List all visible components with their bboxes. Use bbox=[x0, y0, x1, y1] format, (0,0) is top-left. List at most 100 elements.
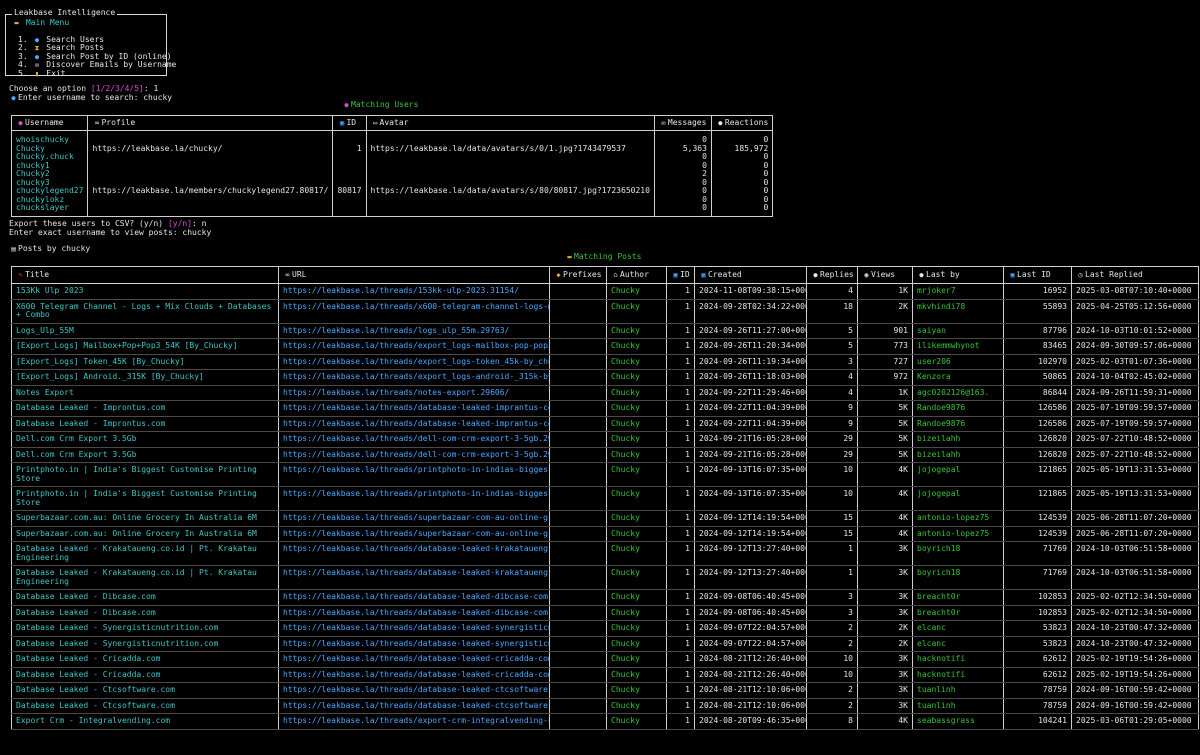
post-url-link[interactable]: https://leakbase.la/threads/superbazaar-… bbox=[278, 526, 550, 542]
menu-item-discover-emails[interactable]: 4. ✉ Discover Emails by Username bbox=[18, 60, 176, 70]
post-views-cell: 3K bbox=[857, 541, 913, 566]
user-avatar-cell[interactable] bbox=[365, 204, 655, 217]
user-profile-cell[interactable] bbox=[87, 153, 334, 162]
user-id-cell bbox=[332, 161, 367, 170]
post-url-link[interactable]: https://leakbase.la/threads/database-lea… bbox=[278, 589, 550, 606]
post-prefixes-cell bbox=[549, 713, 607, 730]
user-messages-cell: 2 bbox=[653, 170, 712, 179]
post-url-link[interactable]: https://leakbase.la/threads/export_logs-… bbox=[278, 354, 550, 370]
post-row: Dell.com Crm Export 3.5Gb https://leakbas… bbox=[11, 447, 1199, 463]
post-views-cell: 4K bbox=[857, 526, 913, 542]
post-url-link[interactable]: https://leakbase.la/threads/superbazaar-… bbox=[278, 510, 550, 527]
user-avatar-cell[interactable]: https://leakbase.la/data/avatars/s/80/80… bbox=[365, 187, 655, 196]
user-avatar-cell[interactable] bbox=[365, 170, 655, 179]
post-author-cell: Chucky bbox=[606, 283, 667, 300]
post-url-link[interactable]: https://leakbase.la/threads/database-lea… bbox=[278, 400, 550, 417]
id-icon: ▣ bbox=[673, 271, 678, 279]
post-url-link[interactable]: https://leakbase.la/threads/database-lea… bbox=[278, 605, 550, 621]
post-url-link[interactable]: https://leakbase.la/threads/153kk-ulp-20… bbox=[278, 283, 550, 300]
post-url-link[interactable]: https://leakbase.la/threads/logs_ulp_55m… bbox=[278, 323, 550, 339]
user-profile-cell[interactable]: https://leakbase.la/members/chuckylegend… bbox=[87, 187, 334, 196]
folder-icon: ▬ bbox=[567, 253, 572, 261]
post-url-link[interactable]: https://leakbase.la/threads/database-lea… bbox=[278, 698, 550, 714]
post-title-cell: Database Leaked - Synergisticnutrition.c… bbox=[11, 636, 279, 652]
post-title-cell: [Export_Logs] Token_45K [By_Chucky] bbox=[11, 354, 279, 370]
post-created-cell: 2024-09-22T11:04:39+0000 bbox=[694, 400, 807, 417]
menu-item-exit[interactable]: 5. ▮ Exit bbox=[18, 69, 164, 79]
user-row: whoischucky 0 0 bbox=[10, 130, 774, 145]
user-avatar-cell[interactable]: https://leakbase.la/data/avatars/s/0/1.j… bbox=[365, 144, 655, 153]
user-id-cell bbox=[332, 178, 367, 187]
post-url-link[interactable]: https://leakbase.la/threads/database-lea… bbox=[278, 651, 550, 668]
post-created-cell: 2024-09-13T16:07:35+0000 bbox=[694, 486, 807, 511]
user-avatar-cell[interactable] bbox=[365, 130, 655, 145]
post-prefixes-cell bbox=[549, 299, 607, 324]
col-title: ✎ Title bbox=[11, 266, 279, 284]
post-replies-cell: 10 bbox=[806, 667, 858, 683]
post-url-link[interactable]: https://leakbase.la/threads/database-lea… bbox=[278, 682, 550, 699]
post-last-id-cell: 62612 bbox=[1003, 651, 1072, 668]
post-url-link[interactable]: https://leakbase.la/threads/database-lea… bbox=[278, 416, 550, 432]
post-views-cell: 5K bbox=[857, 400, 913, 417]
col-prefixes: ◆ Prefixes bbox=[549, 266, 607, 284]
post-url-link[interactable]: https://leakbase.la/threads/x600-telegra… bbox=[278, 299, 550, 324]
post-created-cell: 2024-09-26T11:27:00+0000 bbox=[694, 323, 807, 339]
user-avatar-cell[interactable] bbox=[365, 195, 655, 204]
post-last-by-cell: tuanlinh bbox=[912, 698, 1004, 714]
user-profile-cell[interactable]: https://leakbase.la/chucky/ bbox=[87, 144, 334, 153]
col-username: ● Username bbox=[10, 115, 89, 131]
post-last-id-cell: 124539 bbox=[1003, 510, 1072, 527]
post-url-link[interactable]: https://leakbase.la/threads/notes-export… bbox=[278, 385, 550, 401]
user-profile-cell[interactable] bbox=[87, 170, 334, 179]
post-title-cell: 153Kk Ulp 2023 bbox=[11, 283, 279, 300]
post-created-cell: 2024-08-21T12:26:40+0000 bbox=[694, 651, 807, 668]
post-replies-cell: 4 bbox=[806, 283, 858, 300]
post-url-link[interactable]: https://leakbase.la/threads/database-lea… bbox=[278, 620, 550, 637]
post-row: Database Leaked - Ctcsoftware.com https:/… bbox=[11, 698, 1199, 714]
post-last-replied-cell: 2024-10-23T00:47:32+0000 bbox=[1071, 636, 1199, 652]
post-title-cell: Logs_Ulp_55M bbox=[11, 323, 279, 339]
post-last-id-cell: 50865 bbox=[1003, 369, 1072, 386]
user-avatar-cell[interactable] bbox=[365, 161, 655, 170]
user-messages-cell: 0 bbox=[653, 204, 712, 217]
post-last-by-cell: antonio-lopez75 bbox=[912, 526, 1004, 542]
post-title-cell: Notes Export bbox=[11, 385, 279, 401]
post-created-cell: 2024-09-26T11:19:34+0000 bbox=[694, 354, 807, 370]
user-profile-cell[interactable] bbox=[87, 195, 334, 204]
user-profile-cell[interactable] bbox=[87, 161, 334, 170]
post-created-cell: 2024-09-08T06:40:45+0000 bbox=[694, 605, 807, 621]
post-id-cell: 1 bbox=[666, 620, 695, 637]
post-url-link[interactable]: https://leakbase.la/threads/database-lea… bbox=[278, 667, 550, 683]
user-profile-cell[interactable] bbox=[87, 204, 334, 217]
post-replies-cell: 2 bbox=[806, 682, 858, 699]
post-row: Notes Export https://leakbase.la/threads/… bbox=[11, 385, 1199, 401]
post-created-cell: 2024-09-12T13:27:40+0000 bbox=[694, 565, 807, 590]
post-views-cell: 4K bbox=[857, 486, 913, 511]
post-url-link[interactable]: https://leakbase.la/threads/database-lea… bbox=[278, 541, 550, 566]
post-url-link[interactable]: https://leakbase.la/threads/export_logs-… bbox=[278, 369, 550, 386]
enter-username-prompt: ● Enter username to search: chucky bbox=[9, 93, 172, 103]
post-url-link[interactable]: https://leakbase.la/threads/printphoto-i… bbox=[278, 486, 550, 511]
tag-icon: ◆ bbox=[556, 271, 561, 279]
post-url-link[interactable]: https://leakbase.la/threads/export-crm-i… bbox=[278, 713, 550, 730]
post-author-cell: Chucky bbox=[606, 354, 667, 370]
post-url-link[interactable]: https://leakbase.la/threads/printphoto-i… bbox=[278, 462, 550, 487]
post-created-cell: 2024-09-13T16:07:35+0000 bbox=[694, 462, 807, 487]
user-messages-cell: 0 bbox=[653, 161, 712, 170]
post-url-link[interactable]: https://leakbase.la/threads/dell-com-crm… bbox=[278, 447, 550, 463]
post-replies-cell: 15 bbox=[806, 510, 858, 527]
post-url-link[interactable]: https://leakbase.la/threads/database-lea… bbox=[278, 636, 550, 652]
user-username-cell: Chucky bbox=[10, 144, 89, 153]
user-avatar-cell[interactable] bbox=[365, 178, 655, 187]
post-last-by-cell: bizeilahh bbox=[912, 431, 1004, 448]
post-views-cell: 5K bbox=[857, 431, 913, 448]
post-url-link[interactable]: https://leakbase.la/threads/dell-com-crm… bbox=[278, 431, 550, 448]
post-url-link[interactable]: https://leakbase.la/threads/database-lea… bbox=[278, 565, 550, 590]
post-url-link[interactable]: https://leakbase.la/threads/export_logs-… bbox=[278, 338, 550, 355]
col-replies: ● Replies bbox=[806, 266, 858, 284]
user-profile-cell[interactable] bbox=[87, 178, 334, 187]
user-avatar-cell[interactable] bbox=[365, 153, 655, 162]
post-id-cell: 1 bbox=[666, 323, 695, 339]
post-row: Printphoto.in | India's Biggest Customis… bbox=[11, 462, 1199, 487]
user-profile-cell[interactable] bbox=[87, 130, 334, 145]
